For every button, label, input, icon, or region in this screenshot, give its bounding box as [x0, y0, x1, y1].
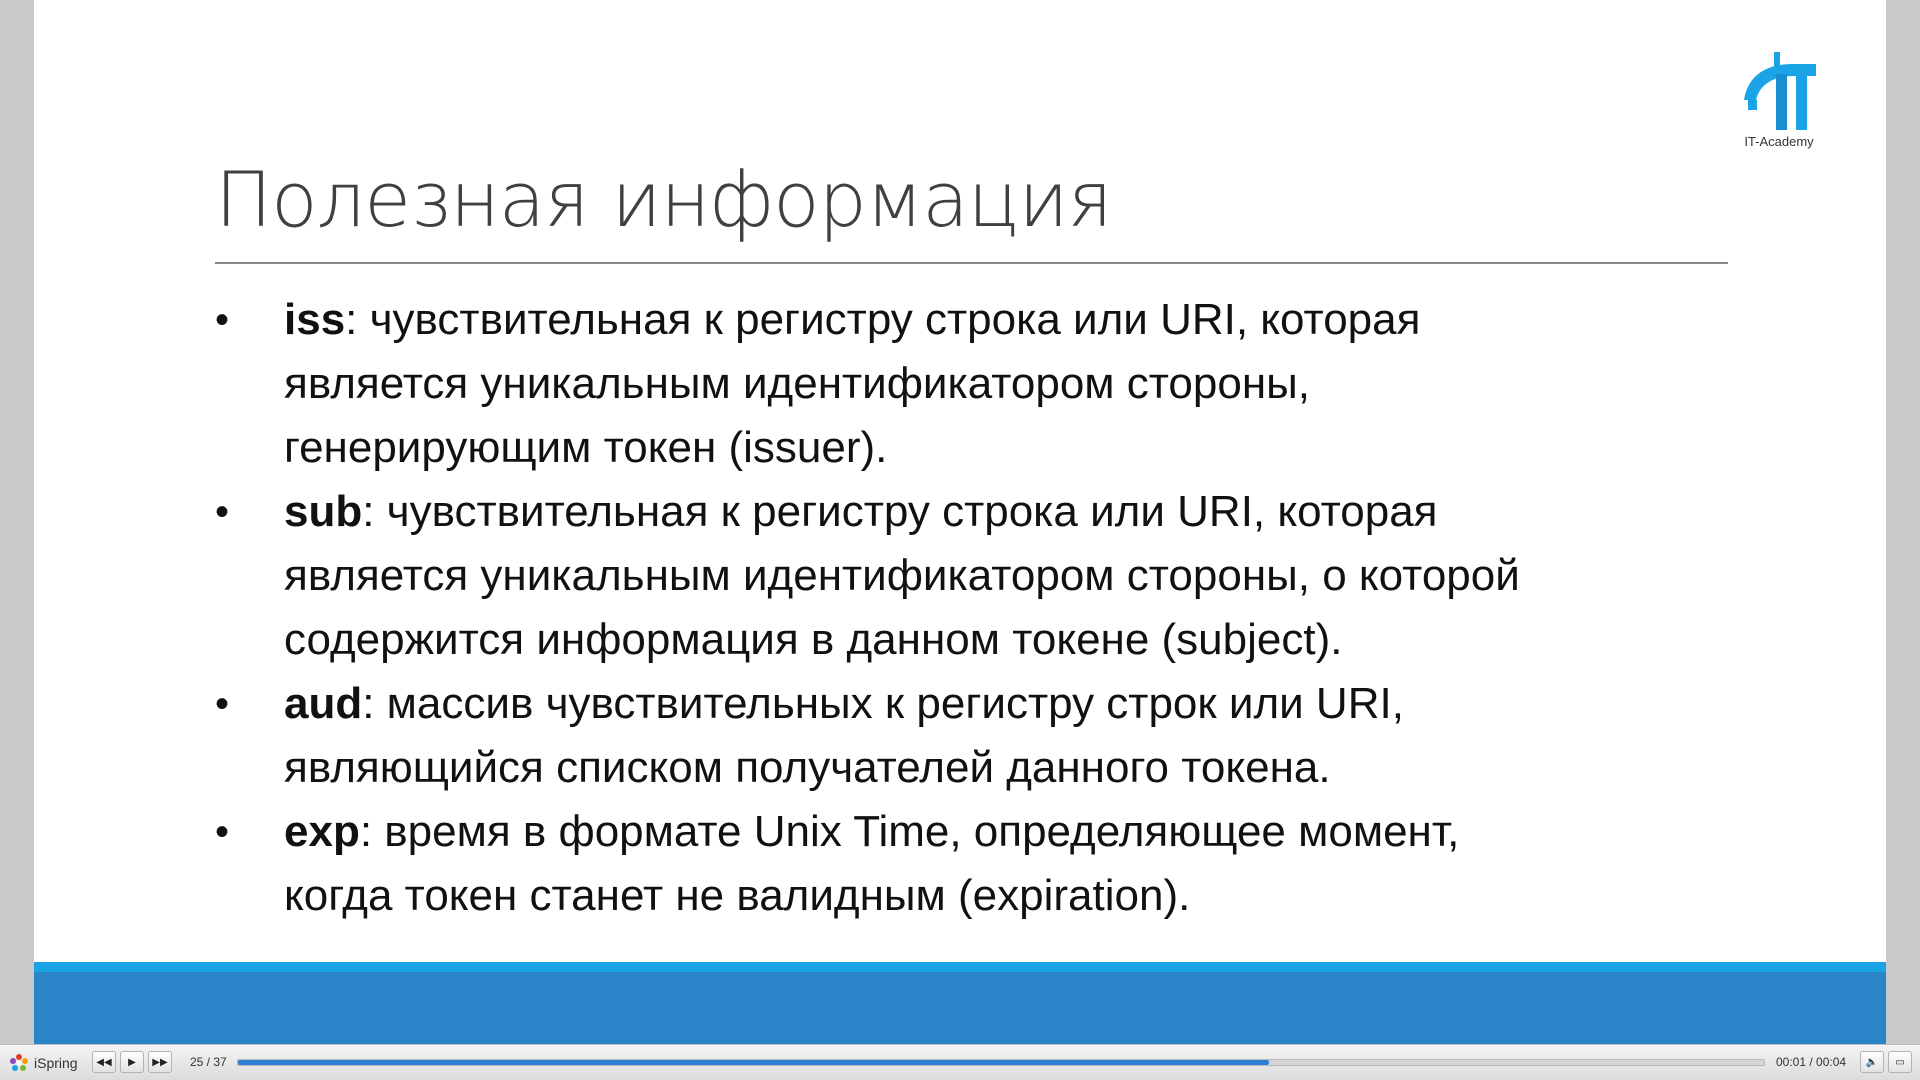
logo-mark-icon — [1744, 52, 1816, 130]
bullet-text-line: генерирующим токен (issuer). — [284, 423, 888, 472]
brand-label: iSpring — [34, 1055, 78, 1071]
bullet-dot: • — [215, 682, 230, 726]
bullet-term: exp — [284, 807, 360, 856]
bullet-list: • iss: чувствительная к регистру строка и… — [215, 288, 1755, 928]
volume-button[interactable]: 🔈 — [1860, 1051, 1884, 1073]
footer-band-light — [34, 962, 1886, 972]
ispring-flower-icon — [10, 1054, 28, 1071]
ispring-brand: iSpring — [8, 1052, 78, 1074]
progress-bar[interactable] — [237, 1059, 1765, 1066]
title-divider — [215, 262, 1728, 264]
bullet-text-line: содержится информация в данном токене (s… — [284, 615, 1343, 664]
bullet-item-aud: • aud: массив чувствительных к регистру с… — [215, 672, 1755, 800]
bullet-text-line: : чувствительная к регистру строка или U… — [345, 295, 1421, 344]
play-icon: ▶ — [128, 1056, 136, 1068]
previous-slide-button[interactable]: ◀◀ — [92, 1051, 116, 1073]
it-academy-logo: IT-Academy — [1734, 50, 1824, 155]
bullet-term: sub — [284, 487, 363, 536]
player-bar: iSpring ◀◀ ▶ ▶▶ 25 / 37 00:01 / 00:04 🔈 … — [0, 1044, 1920, 1080]
fullscreen-icon: ▭ — [1895, 1056, 1905, 1068]
slide-counter: 25 / 37 — [190, 1055, 227, 1069]
next-slide-button[interactable]: ▶▶ — [148, 1051, 172, 1073]
footer-band-dark — [34, 972, 1886, 1044]
slide: IT-Academy Полезная информация • iss: чув… — [34, 0, 1886, 1044]
time-display: 00:01 / 00:04 — [1776, 1055, 1847, 1069]
bullet-text-line: когда токен станет не валидным (expirati… — [284, 871, 1191, 920]
play-button[interactable]: ▶ — [120, 1051, 144, 1073]
logo-text: IT-Academy — [1744, 134, 1814, 149]
bullet-text-line: является уникальным идентификатором стор… — [284, 359, 1310, 408]
fullscreen-button[interactable]: ▭ — [1888, 1051, 1912, 1073]
rewind-icon: ◀◀ — [96, 1056, 112, 1068]
bullet-text-line: : массив чувствительных к регистру строк… — [362, 679, 1404, 728]
bullet-dot: • — [215, 298, 230, 342]
progress-fill — [238, 1060, 1270, 1065]
bullet-text-line: : чувствительная к регистру строка или U… — [362, 487, 1438, 536]
bullet-text-line: являющийся списком получателей данного т… — [284, 743, 1331, 792]
volume-icon: 🔈 — [1865, 1056, 1879, 1068]
bullet-item-iss: • iss: чувствительная к регистру строка и… — [215, 288, 1755, 480]
bullet-term: aud — [284, 679, 363, 728]
bullet-term: iss — [284, 295, 346, 344]
slide-title: Полезная информация — [215, 155, 1113, 244]
bullet-text-line: является уникальным идентификатором стор… — [284, 551, 1520, 600]
bullet-text-line: : время в формате Unix Time, определяюще… — [359, 807, 1460, 856]
bullet-item-sub: • sub: чувствительная к регистру строка и… — [215, 480, 1755, 672]
fast-forward-icon: ▶▶ — [152, 1056, 168, 1068]
bullet-dot: • — [215, 810, 230, 854]
bullet-item-exp: • exp: время в формате Unix Time, определ… — [215, 800, 1755, 928]
bullet-dot: • — [215, 490, 230, 534]
